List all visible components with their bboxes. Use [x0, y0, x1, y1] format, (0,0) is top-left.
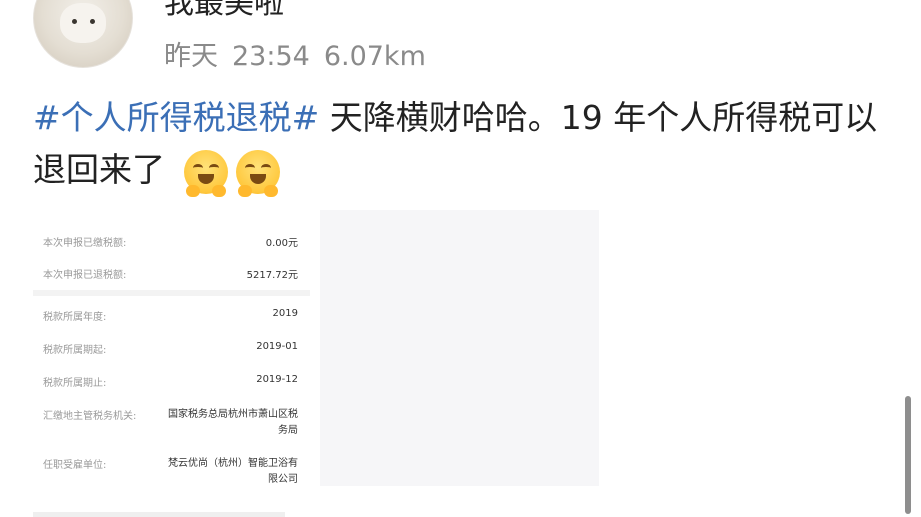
post-distance: 6.07km: [323, 41, 426, 72]
tax-row-value: 2019-12: [256, 374, 298, 385]
hashtag-link[interactable]: #个人所得税退税#: [33, 98, 319, 137]
post-day: 昨天: [164, 41, 218, 72]
hugging-face-emoji-icon: [183, 149, 228, 197]
hugging-face-emoji-icon: [235, 149, 280, 197]
tax-row-label: 本次申报已退税额:: [43, 270, 127, 281]
post-text: #个人所得税退税# 天降横财哈哈。19 年个人所得税可以退回来了: [33, 92, 893, 197]
avatar-eye: [72, 19, 77, 24]
tax-row-value: 0.00元: [265, 238, 298, 249]
tax-row-value: 国家税务总局杭州市萧山区税务局: [168, 409, 298, 436]
avatar-eye: [90, 19, 95, 24]
post-meta: 昨天 23:54 6.07km: [164, 34, 440, 73]
avatar-dog-face: [60, 3, 106, 43]
tax-row-label: 本次申报已缴税额:: [43, 238, 127, 249]
scrollbar[interactable]: [905, 396, 911, 514]
tax-row-value: 2019-01: [256, 341, 298, 352]
post-time: 23:54: [232, 41, 310, 72]
avatar[interactable]: [33, 0, 133, 68]
tax-row-label: 税款所属年度:: [43, 312, 107, 323]
username[interactable]: 我最美啦: [164, 0, 284, 22]
divider: [33, 290, 310, 296]
weibo-post: 我最美啦 昨天 23:54 6.07km #个人所得税退税# 天降横财哈哈。19 年…: [0, 0, 921, 517]
tax-row-label: 税款所属期止:: [43, 378, 107, 389]
tax-row-label: 任职受雇单位:: [43, 460, 107, 471]
attached-image-blank[interactable]: [320, 210, 599, 486]
tax-row-label: 税款所属期起:: [43, 345, 107, 356]
tax-row-value: 2019: [272, 308, 298, 319]
tax-row-value: 梵云优尚（杭州）智能卫浴有限公司: [168, 458, 298, 485]
next-image-strip: [33, 512, 285, 517]
tax-record-image[interactable]: 本次申报已缴税额: 0.00元 本次申报已退税额: 5217.72元 税款所属年…: [33, 210, 310, 517]
tax-row-value: 5217.72元: [246, 270, 298, 281]
tax-row-label: 汇缴地主管税务机关:: [43, 411, 137, 422]
